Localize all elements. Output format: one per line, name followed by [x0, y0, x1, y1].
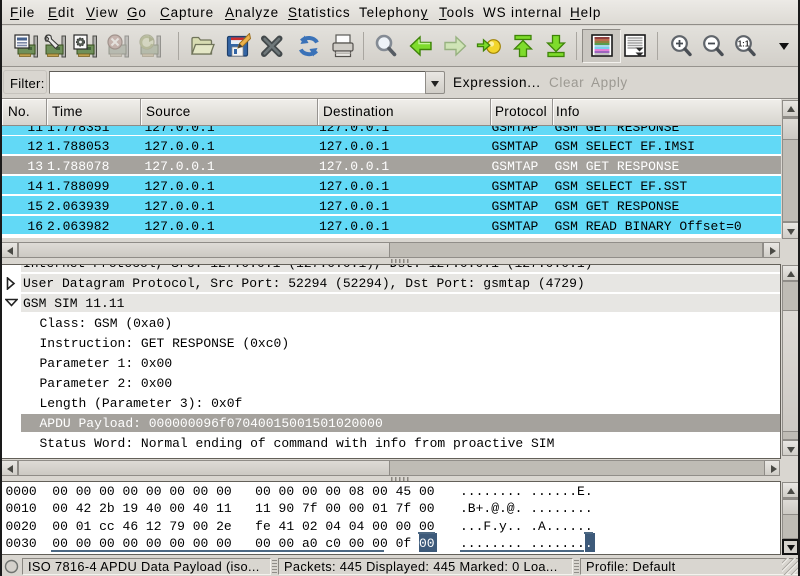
svg-text:1:1: 1:1 [738, 40, 750, 49]
